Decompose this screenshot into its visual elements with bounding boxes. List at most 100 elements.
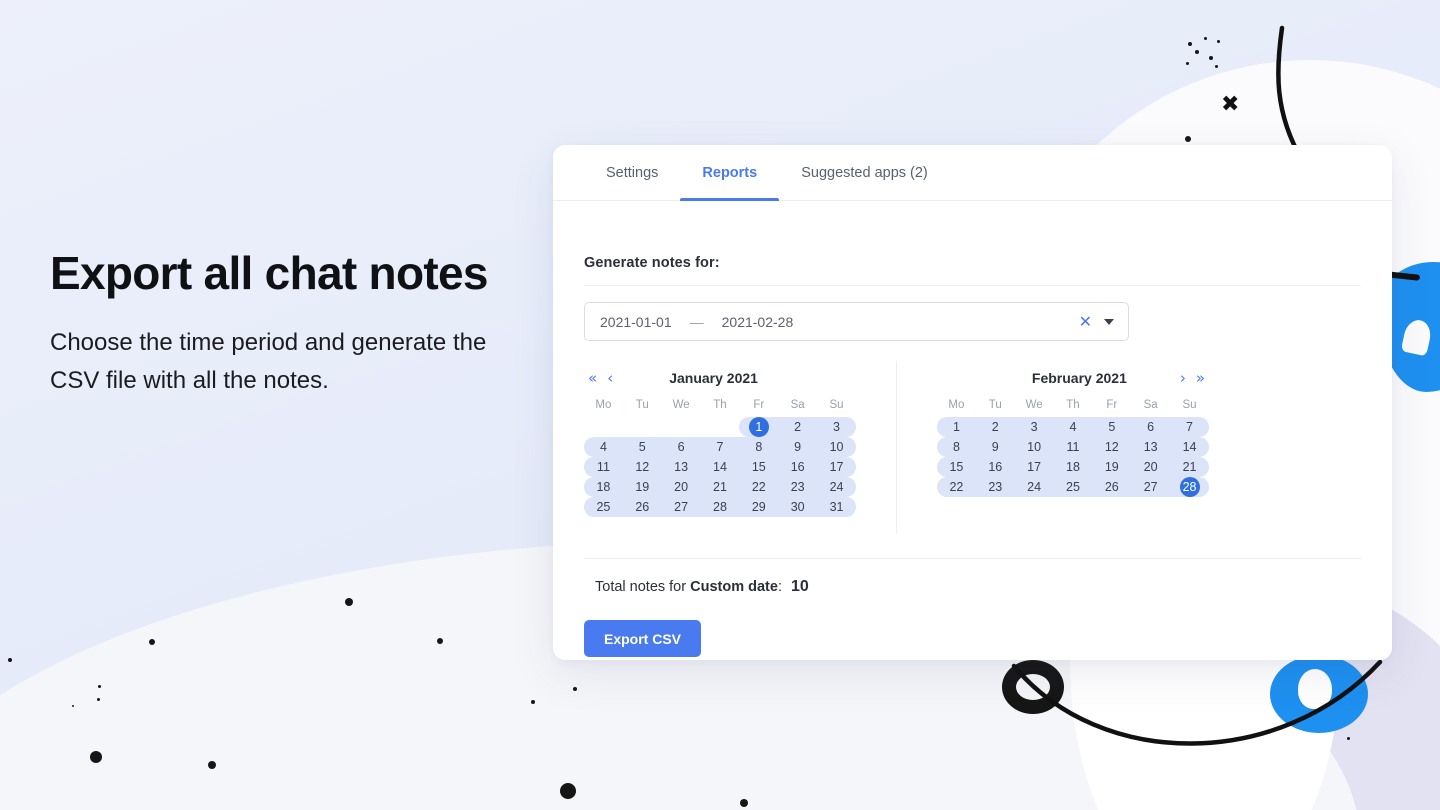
calendar-day-label[interactable]: 11 [1054, 437, 1093, 457]
date-range-start-value[interactable]: 2021-01-01 [600, 314, 672, 330]
calendar-day-label[interactable]: 30 [778, 497, 817, 517]
january-day-29[interactable]: 29 [739, 497, 779, 517]
calendar-day-label[interactable]: 21 [1170, 457, 1209, 477]
calendar-day-label[interactable]: 23 [976, 477, 1015, 497]
calendar-day-label[interactable]: 9 [778, 437, 817, 457]
calendar-day-label[interactable]: 22 [937, 477, 976, 497]
calendar-day-label[interactable]: 10 [817, 437, 856, 457]
february-day-22[interactable]: 22 [937, 477, 976, 497]
february-day-26[interactable]: 26 [1092, 477, 1132, 497]
calendar-day-label[interactable]: 5 [1092, 417, 1131, 437]
january-day-1[interactable]: 1 [739, 417, 779, 437]
calendar-day-label[interactable]: 1 [937, 417, 976, 437]
february-day-21[interactable]: 21 [1170, 457, 1209, 477]
calendar-day-label[interactable]: 26 [1092, 477, 1131, 497]
calendar-day-label[interactable]: 20 [1131, 457, 1170, 477]
january-day-20[interactable]: 20 [661, 477, 701, 497]
nav-prev-month-icon[interactable]: ‹ [603, 369, 617, 388]
january-day-16[interactable]: 16 [778, 457, 818, 477]
february-day-16[interactable]: 16 [975, 457, 1015, 477]
january-day-4[interactable]: 4 [584, 437, 623, 457]
calendar-day-label[interactable]: 20 [662, 477, 701, 497]
february-day-1[interactable]: 1 [937, 417, 976, 437]
february-day-7[interactable]: 7 [1170, 417, 1209, 437]
february-day-19[interactable]: 19 [1092, 457, 1132, 477]
calendar-day-label[interactable]: 13 [1131, 437, 1170, 457]
calendar-day-label[interactable]: 27 [1131, 477, 1170, 497]
february-day-20[interactable]: 20 [1131, 457, 1171, 477]
calendar-day-label[interactable]: 4 [584, 437, 623, 457]
january-day-7[interactable]: 7 [700, 437, 740, 457]
calendar-day-label[interactable]: 21 [701, 477, 740, 497]
calendar-day-label[interactable]: 6 [1131, 417, 1170, 437]
calendar-day-label[interactable]: 14 [701, 457, 740, 477]
nav-first-year-icon[interactable]: « [584, 369, 601, 388]
tab-suggested-apps[interactable]: Suggested apps (2) [779, 145, 950, 201]
february-day-9[interactable]: 9 [975, 437, 1015, 457]
february-day-6[interactable]: 6 [1131, 417, 1171, 437]
january-day-15[interactable]: 15 [739, 457, 779, 477]
calendar-day-label[interactable]: 12 [1092, 437, 1131, 457]
february-day-11[interactable]: 11 [1053, 437, 1093, 457]
january-day-23[interactable]: 23 [778, 477, 818, 497]
calendar-day-label[interactable]: 14 [1170, 437, 1209, 457]
january-day-17[interactable]: 17 [817, 457, 856, 477]
calendar-day-label[interactable]: 15 [739, 457, 778, 477]
calendar-day-label[interactable]: 9 [976, 437, 1015, 457]
february-day-5[interactable]: 5 [1092, 417, 1132, 437]
calendar-day-label[interactable]: 23 [778, 477, 817, 497]
calendar-day-label[interactable]: 1 [748, 417, 769, 437]
calendar-day-label[interactable]: 7 [1170, 417, 1209, 437]
calendar-day-label[interactable]: 25 [584, 497, 623, 517]
january-day-19[interactable]: 19 [622, 477, 662, 497]
calendar-day-label[interactable]: 17 [1015, 457, 1054, 477]
calendar-day-label[interactable]: 24 [1015, 477, 1054, 497]
february-day-23[interactable]: 23 [975, 477, 1015, 497]
february-day-3[interactable]: 3 [1014, 417, 1054, 437]
february-day-14[interactable]: 14 [1170, 437, 1209, 457]
february-day-10[interactable]: 10 [1014, 437, 1054, 457]
calendar-day-label[interactable]: 2 [778, 417, 817, 437]
nav-last-year-icon[interactable]: » [1192, 369, 1209, 388]
january-day-2[interactable]: 2 [778, 417, 818, 437]
calendar-day-label[interactable]: 18 [1054, 457, 1093, 477]
january-day-10[interactable]: 10 [817, 437, 856, 457]
january-day-9[interactable]: 9 [778, 437, 818, 457]
january-day-26[interactable]: 26 [622, 497, 662, 517]
calendar-day-label[interactable]: 28 [1179, 477, 1200, 497]
tab-settings[interactable]: Settings [584, 145, 680, 201]
january-day-21[interactable]: 21 [700, 477, 740, 497]
calendar-day-label[interactable]: 29 [739, 497, 778, 517]
february-day-18[interactable]: 18 [1053, 457, 1093, 477]
calendar-day-label[interactable]: 11 [584, 457, 623, 477]
calendar-day-label[interactable]: 19 [1092, 457, 1131, 477]
calendar-day-label[interactable]: 16 [778, 457, 817, 477]
february-day-17[interactable]: 17 [1014, 457, 1054, 477]
february-day-24[interactable]: 24 [1014, 477, 1054, 497]
february-day-25[interactable]: 25 [1053, 477, 1093, 497]
january-day-14[interactable]: 14 [700, 457, 740, 477]
january-day-11[interactable]: 11 [584, 457, 623, 477]
nav-next-month-icon[interactable]: › [1176, 369, 1190, 388]
february-day-4[interactable]: 4 [1053, 417, 1093, 437]
calendar-day-label[interactable]: 10 [1015, 437, 1054, 457]
calendar-day-label[interactable]: 5 [623, 437, 662, 457]
january-day-30[interactable]: 30 [778, 497, 818, 517]
january-day-22[interactable]: 22 [739, 477, 779, 497]
date-range-input[interactable]: 2021-01-01 — 2021-02-28 ✕ [584, 302, 1129, 341]
january-day-13[interactable]: 13 [661, 457, 701, 477]
calendar-day-label[interactable]: 6 [662, 437, 701, 457]
calendar-day-label[interactable]: 24 [817, 477, 856, 497]
february-day-2[interactable]: 2 [975, 417, 1015, 437]
chevron-down-icon[interactable] [1104, 318, 1114, 325]
close-icon[interactable]: ✕ [1073, 312, 1098, 332]
january-day-12[interactable]: 12 [622, 457, 662, 477]
calendar-day-label[interactable]: 3 [817, 417, 856, 437]
january-day-25[interactable]: 25 [584, 497, 623, 517]
february-day-13[interactable]: 13 [1131, 437, 1171, 457]
calendar-day-label[interactable]: 26 [623, 497, 662, 517]
january-day-31[interactable]: 31 [817, 497, 856, 517]
calendar-day-label[interactable]: 17 [817, 457, 856, 477]
january-day-6[interactable]: 6 [661, 437, 701, 457]
tab-reports[interactable]: Reports [680, 145, 780, 201]
